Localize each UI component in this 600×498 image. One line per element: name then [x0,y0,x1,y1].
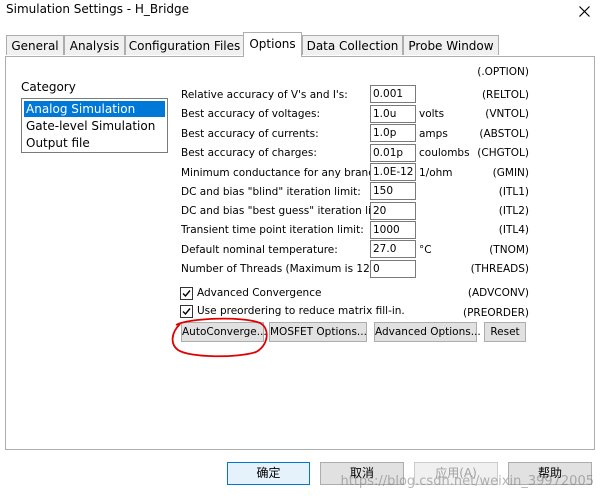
close-button[interactable] [570,0,600,22]
advanced-convergence-label: Advanced Convergence [197,287,322,299]
option-code-itl4: (ITL4) [498,224,529,236]
option-unit-chgtol: coulombs [419,147,470,159]
itl2-input[interactable]: 20 [370,202,416,220]
option-code-chgtol: (CHGTOL) [477,147,529,159]
option-label-vntol: Best accuracy of voltages: [181,108,320,120]
option-label-itl1: DC and bias "blind" iteration limit: [181,186,361,198]
vntol-input[interactable]: 1.0u [370,105,416,123]
close-icon [579,6,590,17]
option-unit-gmin: 1/ohm [419,167,453,179]
option-code-preorder: (PREORDER) [462,307,529,319]
advanced-convergence-checkbox[interactable] [180,287,193,300]
mosfet-options-button[interactable]: MOSFET Options... [269,322,367,342]
option-label-chgtol: Best accuracy of charges: [181,147,317,159]
tab-probe-window[interactable]: Probe Window [403,35,499,55]
ok-button[interactable]: 确定 [227,462,310,485]
reset-button[interactable]: Reset [484,322,526,342]
option-label-reltol: Relative accuracy of V's and I's: [181,89,348,101]
option-code-threads: (THREADS) [470,263,529,275]
category-item-output-file[interactable]: Output file [24,135,90,151]
option-code-tnom: (TNOM) [489,244,529,256]
tab-options[interactable]: Options [243,32,302,57]
advanced-options-button[interactable]: Advanced Options... [374,322,481,342]
option-label-abstol: Best accuracy of currents: [181,128,319,140]
option-label-tnom: Default nominal temperature: [181,244,338,256]
option-code-advconv: (ADVCONV) [467,287,529,299]
option-label-gmin: Minimum conductance for any branch: [181,167,385,179]
tab-configuration-files[interactable]: Configuration Files [125,35,244,55]
option-code-vntol: (VNTOL) [485,108,529,120]
options-header: (.OPTION) [477,66,529,78]
reltol-input[interactable]: 0.001 [370,85,416,103]
category-item-gate-level-simulation[interactable]: Gate-level Simulation [24,118,155,134]
tab-data-collection[interactable]: Data Collection [302,35,403,55]
category-label: Category [21,80,76,94]
tnom-input[interactable]: 27.0 [370,240,416,258]
option-label-threads: Number of Threads (Maximum is 12) [181,263,374,275]
checkmark-icon [182,290,191,298]
gmin-input[interactable]: 1.0E-12 [370,163,416,181]
option-code-gmin: (GMIN) [492,167,529,179]
option-unit-vntol: volts [419,108,445,120]
option-code-itl1: (ITL1) [498,186,529,198]
tab-analysis[interactable]: Analysis [64,35,125,55]
threads-input[interactable]: 0 [370,260,416,278]
option-code-itl2: (ITL2) [498,205,529,217]
annotation-circle [171,317,268,358]
window-title: Simulation Settings - H_Bridge [6,2,190,16]
chgtol-input[interactable]: 0.01p [370,144,416,162]
option-unit-abstol: amps [419,128,448,140]
category-list[interactable]: Analog Simulation Gate-level Simulation … [21,98,168,153]
itl1-input[interactable]: 150 [370,182,416,200]
option-code-abstol: (ABSTOL) [479,128,529,140]
option-unit-tnom: °C [419,244,432,256]
option-label-itl4: Transient time point iteration limit: [181,224,364,236]
category-item-analog-simulation[interactable]: Analog Simulation [24,101,165,117]
tab-general[interactable]: General [6,35,64,55]
option-label-itl2: DC and bias "best guess" iteration limit… [181,205,392,217]
abstol-input[interactable]: 1.0p [370,124,416,142]
watermark: https://blog.csdn.net/weixin_39972005 [340,474,594,489]
itl4-input[interactable]: 1000 [370,221,416,239]
option-code-reltol: (RELTOL) [481,89,529,101]
